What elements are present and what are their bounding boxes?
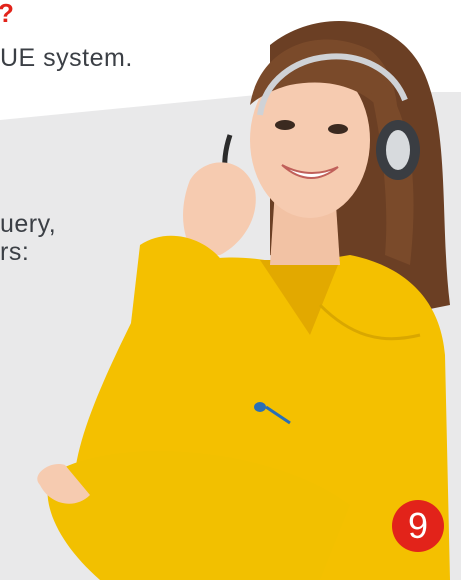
page-number-badge: 9 [392,500,444,552]
support-agent-illustration [37,21,450,580]
shirt-logo [254,402,266,412]
top-heading-fragment: ? [0,2,20,22]
eye-left [275,120,295,130]
eye-right [328,124,348,134]
